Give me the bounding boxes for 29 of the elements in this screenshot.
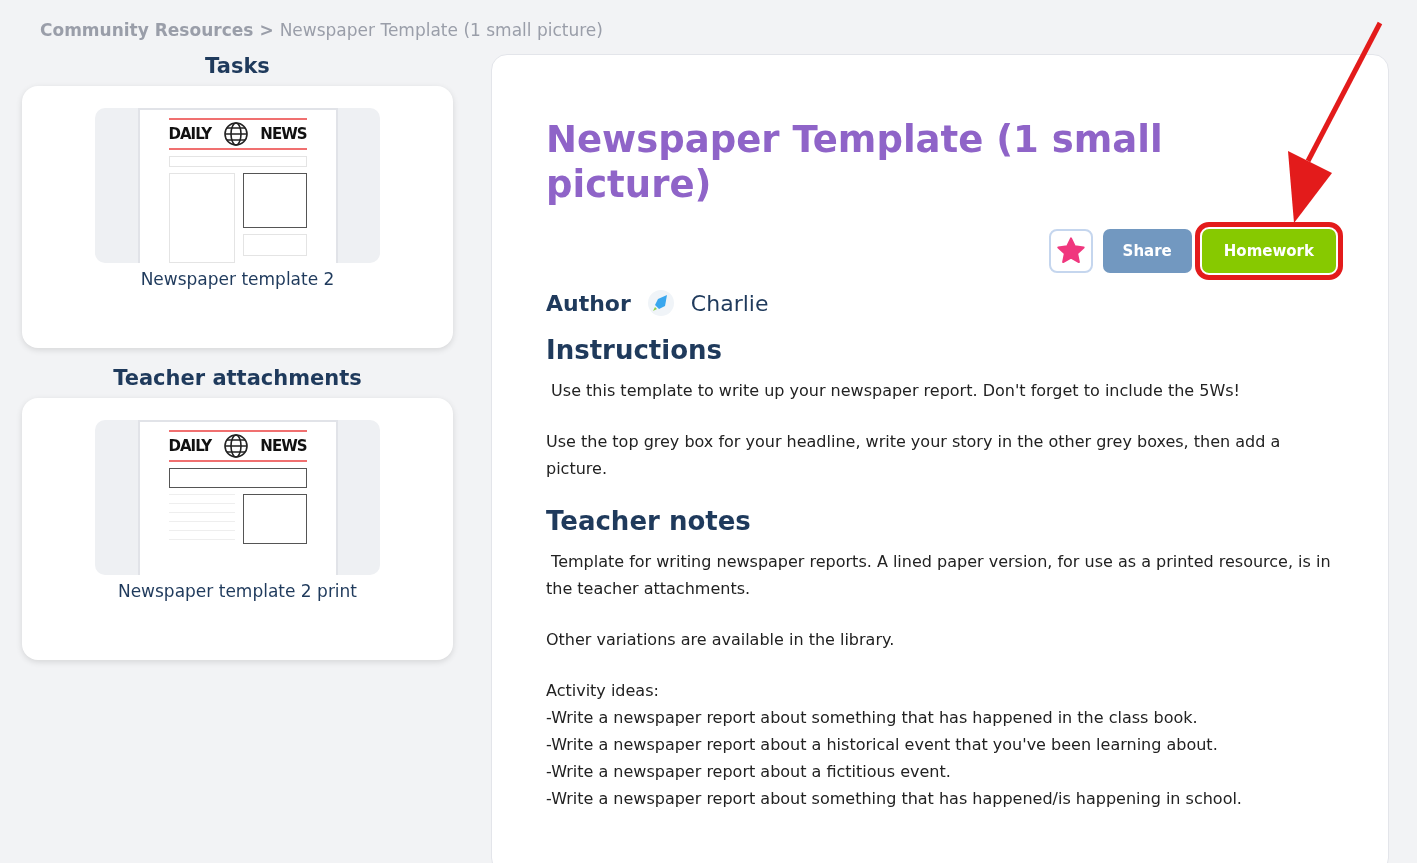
globe-icon [222, 433, 249, 459]
breadcrumb-separator: > [259, 20, 274, 40]
masthead-text: NEWS [260, 437, 307, 455]
paragraph: Activity ideas: -Write a newspaper report about something that has happened in the class book. -Write a newspaper report about a historical event that you've been learning about. -Write a newspaper report about a fictitious event. -Write a newspaper report about something that has happened/is happening in school. [546, 680, 1243, 810]
file-thumbnail[interactable]: DAILY NEWS [95, 420, 380, 575]
masthead-text: DAILY [168, 437, 212, 455]
masthead-text: DAILY [168, 125, 212, 143]
section-heading: Instructions [546, 335, 724, 365]
file-thumbnail[interactable]: DAILY NEWS [95, 108, 380, 263]
resource-title: Newspaper Template (1 small picture) [546, 117, 1164, 207]
paragraph: Use this template to write up your newspaper report. Don't forget to include the 5Ws! [550, 380, 1242, 402]
paragraph: Use the top grey box for your headline, write your story in the other grey boxes, then add a picture. [546, 431, 1282, 480]
breadcrumb-current: Newspaper Template (1 small picture) [279, 20, 603, 40]
paragraph: Template for writing newspaper reports. A lined paper version, for use as a printed resource, is in the teacher attachments. [546, 551, 1332, 600]
picture-frame [242, 494, 307, 544]
paragraph: Other variations are available in the library. [546, 629, 896, 651]
section-heading: Teacher attachments [112, 366, 363, 390]
author-label: Author [546, 290, 631, 316]
masthead-text: NEWS [260, 125, 307, 143]
rocket-icon [646, 289, 675, 317]
section-heading: Teacher notes [546, 506, 752, 536]
story-box [242, 234, 307, 256]
section-heading: Tasks [204, 54, 271, 78]
favourite-button[interactable] [1048, 229, 1093, 273]
globe-icon [222, 121, 249, 147]
file-name[interactable]: Newspaper template 2 [140, 269, 335, 289]
file-name[interactable]: Newspaper template 2 print [117, 581, 358, 601]
picture-frame [242, 173, 307, 228]
author-name[interactable]: Charlie [690, 290, 769, 316]
